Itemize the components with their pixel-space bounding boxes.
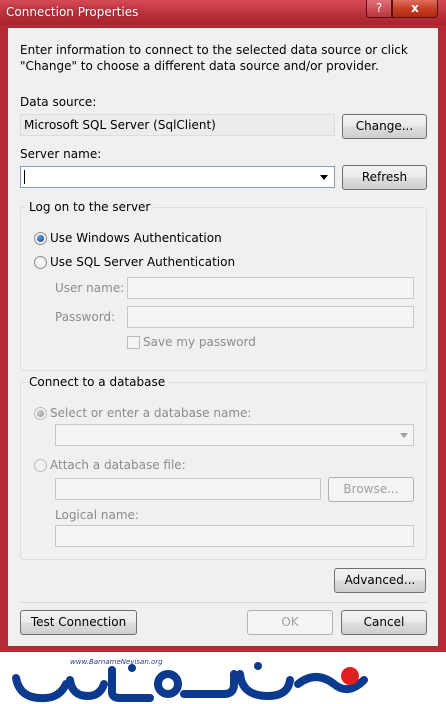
log-on-group-title: Log on to the server xyxy=(26,200,154,214)
ok-button[interactable]: OK xyxy=(247,610,333,635)
user-name-label: User name: xyxy=(55,281,125,295)
server-name-combo[interactable] xyxy=(20,166,335,188)
database-file-input[interactable] xyxy=(55,478,321,500)
help-button[interactable]: ? xyxy=(366,0,392,18)
help-icon: ? xyxy=(375,1,383,15)
logical-name-label: Logical name: xyxy=(55,508,139,522)
footer-divider xyxy=(20,602,427,603)
save-password-option[interactable]: Save my password xyxy=(127,335,257,351)
save-password-checkbox[interactable] xyxy=(127,336,140,349)
connect-db-group-title: Connect to a database xyxy=(26,375,169,389)
logo-wordmark-graphic xyxy=(12,662,368,703)
data-source-label: Data source: xyxy=(20,95,97,109)
browse-button[interactable]: Browse... xyxy=(328,477,414,502)
save-password-label: Save my password xyxy=(143,335,256,349)
password-label: Password: xyxy=(55,310,116,324)
database-name-combo[interactable] xyxy=(55,424,414,446)
refresh-button[interactable]: Refresh xyxy=(342,165,427,190)
close-button[interactable]: x xyxy=(392,0,438,18)
select-db-label: Select or enter a database name: xyxy=(50,406,252,420)
windows-auth-option[interactable]: Use Windows Authentication xyxy=(34,231,234,247)
select-db-option[interactable]: Select or enter a database name: xyxy=(34,406,254,422)
password-input[interactable] xyxy=(127,306,414,328)
intro-text: Enter information to connect to the sele… xyxy=(20,43,408,73)
attach-file-option[interactable]: Attach a database file: xyxy=(34,458,234,474)
sql-auth-radio[interactable] xyxy=(34,256,47,269)
logical-name-input[interactable] xyxy=(55,525,414,547)
attach-file-radio[interactable] xyxy=(34,459,47,472)
attach-file-label: Attach a database file: xyxy=(50,458,186,472)
title-bar[interactable]: Connection Properties ? x xyxy=(0,0,446,25)
windows-auth-label: Use Windows Authentication xyxy=(50,231,222,245)
select-db-radio[interactable] xyxy=(34,407,47,420)
change-button[interactable]: Change... xyxy=(342,114,427,139)
user-name-input[interactable] xyxy=(127,277,414,299)
data-source-value: Microsoft SQL Server (SqlClient) xyxy=(24,118,216,132)
dialog-window: Connection Properties ? x Enter informat… xyxy=(0,0,446,652)
chevron-down-icon xyxy=(400,433,408,438)
windows-auth-radio[interactable] xyxy=(34,232,47,245)
test-connection-button[interactable]: Test Connection xyxy=(20,610,137,635)
window-title: Connection Properties xyxy=(6,5,139,19)
site-logo: www.BarnameNevisan.org xyxy=(0,652,446,704)
server-name-label: Server name: xyxy=(20,147,102,161)
advanced-button[interactable]: Advanced... xyxy=(334,568,426,593)
data-source-field: Microsoft SQL Server (SqlClient) xyxy=(20,114,335,136)
sql-auth-label: Use SQL Server Authentication xyxy=(50,255,236,269)
server-dropdown-button[interactable] xyxy=(315,167,334,187)
cancel-button[interactable]: Cancel xyxy=(341,610,427,635)
sql-auth-option[interactable]: Use SQL Server Authentication xyxy=(34,255,236,271)
chevron-down-icon xyxy=(320,175,328,180)
text-caret xyxy=(24,170,25,184)
close-icon: x xyxy=(411,1,419,15)
